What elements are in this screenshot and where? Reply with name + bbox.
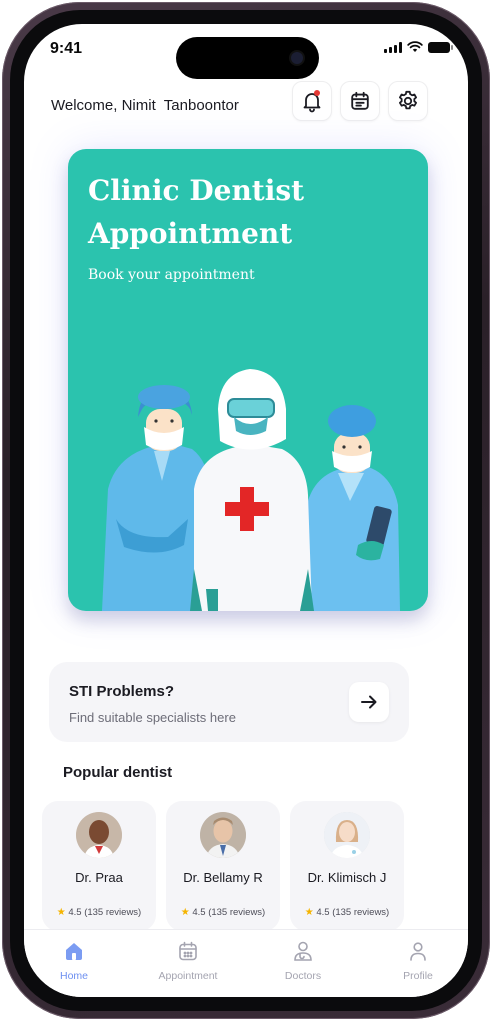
- nav-label: Home: [59, 970, 88, 982]
- wifi-icon: [407, 41, 423, 52]
- stethoscope-icon: [294, 941, 312, 961]
- bell-icon: [303, 93, 321, 113]
- nav-profile[interactable]: Profile: [368, 930, 468, 997]
- hero-title: Clinic Dentist Appointment: [88, 174, 305, 250]
- doctor-card[interactable]: Dr. Bellamy R ★ 4.5 (135 reviews): [166, 801, 280, 931]
- arrow-right-icon: [361, 695, 377, 709]
- hero-banner[interactable]: Clinic Dentist Appointment Book your app…: [68, 149, 428, 611]
- status-icons: [384, 41, 453, 53]
- nav-appointment[interactable]: Appointment: [138, 930, 238, 997]
- doctor-card[interactable]: Dr. Praa ★ 4.5 (135 reviews): [42, 801, 156, 931]
- user-icon: [410, 942, 426, 961]
- sti-arrow-button[interactable]: [349, 682, 389, 722]
- app-screen: 9:41 Welcome, Nimit Tanboontor Clinic De…: [24, 24, 468, 997]
- calendar-button[interactable]: [340, 81, 380, 121]
- sti-problems-card[interactable]: STI Problems? Find suitable specialists …: [49, 662, 409, 742]
- welcome-text: Welcome, Nimit Tanboontor: [51, 97, 239, 114]
- nav-home[interactable]: Home: [24, 930, 124, 997]
- home-icon: [66, 943, 82, 960]
- notification-dot: [314, 90, 320, 96]
- doctor-avatar: [324, 812, 370, 858]
- sti-subtitle: Find suitable specialists here: [69, 710, 236, 725]
- calendar-icon: [179, 941, 197, 961]
- doctor-name: Dr. Bellamy R: [183, 870, 263, 885]
- doctor-rating-text: 4.5 (135 reviews): [192, 907, 266, 918]
- doctor-card[interactable]: Dr. Klimisch J ★ 4.5 (135 reviews): [290, 801, 404, 931]
- settings-button[interactable]: [388, 81, 428, 121]
- calendar-icon: [351, 91, 369, 110]
- notifications-button[interactable]: [292, 81, 332, 121]
- medical-staff-illustration: [102, 369, 400, 611]
- bottom-navigation: Home Appointment Doctors Profile: [24, 929, 468, 997]
- sti-title: STI Problems?: [69, 683, 175, 700]
- battery-icon: [428, 41, 453, 53]
- star-icon: ★: [304, 907, 314, 918]
- doctor-rating: ★ 4.5 (135 reviews): [166, 907, 280, 918]
- gear-icon: [399, 90, 417, 110]
- doctor-name: Dr. Praa: [75, 870, 123, 885]
- signal-icon: [384, 41, 402, 53]
- camera-icon: [291, 52, 303, 64]
- doctor-avatar: [200, 812, 246, 858]
- doctor-rating: ★ 4.5 (135 reviews): [42, 907, 156, 918]
- doctor-rating: ★ 4.5 (135 reviews): [290, 907, 404, 918]
- nav-label: Doctors: [284, 970, 322, 982]
- nav-label: Profile: [403, 970, 433, 982]
- hero-subtitle: Book your appointment: [88, 267, 255, 283]
- dynamic-island: [176, 37, 319, 79]
- doctor-avatar: [76, 812, 122, 858]
- doctor-rating-text: 4.5 (135 reviews): [316, 907, 390, 918]
- star-icon: ★: [56, 907, 66, 918]
- doctor-name: Dr. Klimisch J: [307, 870, 387, 885]
- star-icon: ★: [180, 907, 190, 918]
- nav-label: Appointment: [158, 970, 218, 982]
- status-time: 9:41: [50, 40, 83, 57]
- doctor-rating-text: 4.5 (135 reviews): [68, 907, 142, 918]
- nav-doctors[interactable]: Doctors: [253, 930, 353, 997]
- popular-dentist-title: Popular dentist: [63, 764, 173, 781]
